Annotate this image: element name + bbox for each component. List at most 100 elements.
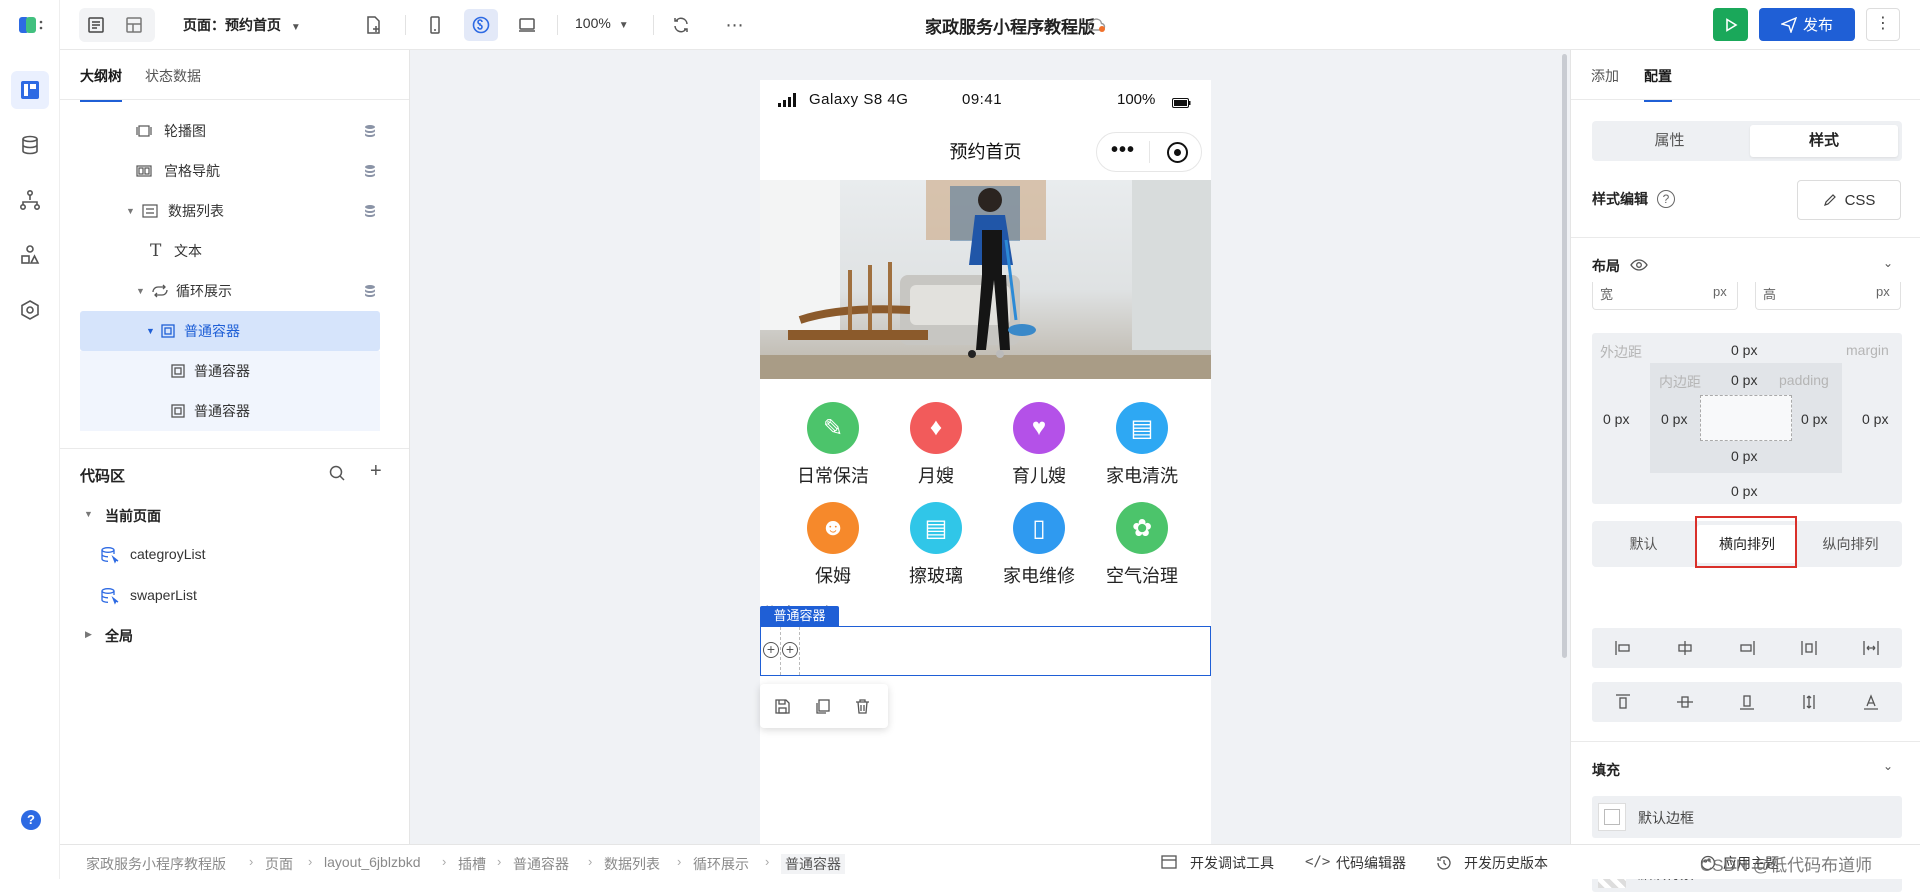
align-end-icon[interactable] — [1738, 640, 1756, 659]
eye-icon[interactable] — [1630, 258, 1648, 275]
code-icon[interactable]: </> — [1305, 854, 1330, 870]
selected-container[interactable]: + + — [760, 626, 1211, 676]
desktop-view-icon[interactable] — [510, 9, 544, 41]
align-bottom-icon[interactable] — [1738, 694, 1756, 713]
margin-bottom[interactable]: 0 px — [1731, 483, 1757, 499]
tree-item-container-selected[interactable]: ▼ 普通容器 — [80, 311, 380, 351]
default-border-option[interactable]: 默认边框 — [1592, 796, 1902, 838]
outline-icon[interactable] — [11, 71, 49, 109]
breadcrumb-item[interactable]: layout_6jblzbkd — [324, 854, 421, 870]
tab-style[interactable]: 样式 — [1750, 125, 1898, 157]
padding-left[interactable]: 0 px — [1661, 411, 1687, 427]
caret-down-icon[interactable]: ▼ — [84, 509, 93, 519]
caret-down-icon[interactable]: ▼ — [136, 286, 145, 296]
publish-button[interactable]: 发布 — [1759, 8, 1855, 41]
tab-state-data[interactable]: 状态数据 — [145, 66, 201, 86]
capsule-menu[interactable]: ••• — [1096, 132, 1202, 172]
current-page-node[interactable]: 当前页面 — [105, 506, 161, 526]
page-selector[interactable]: 页面：预约首页 ▼ — [183, 15, 301, 35]
tree-item-carousel[interactable]: 轮播图 — [80, 111, 380, 151]
more-menu-button[interactable]: ⋮ — [1866, 8, 1900, 41]
padding-top[interactable]: 0 px — [1731, 372, 1757, 388]
padding-right[interactable]: 0 px — [1801, 411, 1827, 427]
category-item[interactable]: ✿ 空气治理 — [1092, 502, 1192, 588]
category-item[interactable]: ♥ 育儿嫂 — [989, 402, 1089, 488]
save-icon[interactable] — [774, 698, 791, 718]
tab-config[interactable]: 配置 — [1644, 66, 1672, 102]
space-between-icon[interactable] — [1800, 640, 1818, 659]
carousel-banner-image[interactable] — [760, 180, 1211, 379]
tab-add[interactable]: 添加 — [1591, 66, 1619, 86]
chevron-down-icon[interactable]: ⌄ — [1883, 256, 1893, 270]
code-item[interactable]: swaperList — [130, 587, 197, 603]
direction-default[interactable]: 默认 — [1592, 521, 1695, 567]
align-middle-icon[interactable] — [1676, 694, 1694, 713]
tree-item-container-child[interactable]: 普通容器 — [80, 391, 380, 431]
breadcrumb-item[interactable]: 家政服务小程序教程版 — [86, 854, 226, 874]
history-version-link[interactable]: 开发历史版本 — [1464, 853, 1548, 873]
database-icon[interactable] — [11, 126, 49, 164]
margin-top[interactable]: 0 px — [1731, 342, 1757, 358]
tree-item-grid-nav[interactable]: 宫格导航 — [80, 151, 380, 191]
caret-right-icon[interactable]: ▶ — [85, 629, 92, 640]
debug-tool-icon[interactable] — [1161, 855, 1177, 872]
category-item[interactable]: ▯ 家电维修 — [989, 502, 1089, 588]
breadcrumb-item[interactable]: 普通容器 — [513, 854, 569, 874]
settings-icon[interactable] — [11, 291, 49, 329]
margin-left[interactable]: 0 px — [1603, 411, 1629, 427]
more-dots-icon[interactable]: ••• — [1111, 139, 1135, 162]
page-list-icon[interactable] — [79, 9, 113, 41]
code-editor-link[interactable]: 代码编辑器 — [1336, 853, 1406, 873]
layout-icon[interactable] — [117, 9, 151, 41]
category-item[interactable]: ☻ 保姆 — [783, 502, 883, 588]
align-center-icon[interactable] — [1676, 640, 1694, 659]
copy-icon[interactable] — [814, 698, 831, 718]
height-field[interactable]: 高 px — [1755, 282, 1901, 310]
padding-bottom[interactable]: 0 px — [1731, 448, 1757, 464]
refresh-icon[interactable] — [664, 9, 698, 41]
align-top-icon[interactable] — [1614, 694, 1632, 713]
tab-outline[interactable]: 大纲树 — [80, 66, 122, 102]
add-child-icon[interactable]: + — [763, 642, 779, 658]
canvas-scrollbar[interactable] — [1562, 54, 1567, 658]
align-stretch-icon[interactable] — [1800, 694, 1818, 713]
breadcrumb-item[interactable]: 数据列表 — [604, 854, 660, 874]
add-child-icon[interactable]: + — [782, 642, 798, 658]
tree-item-loop[interactable]: ▼ 循环展示 — [80, 271, 380, 311]
help-icon[interactable]: ? — [1657, 190, 1675, 208]
caret-down-icon[interactable]: ▼ — [146, 326, 155, 336]
miniprogram-view-icon[interactable] — [464, 9, 498, 41]
caret-down-icon[interactable]: ▼ — [126, 206, 135, 216]
add-icon[interactable]: + — [370, 460, 382, 483]
close-capsule-icon[interactable] — [1167, 142, 1188, 163]
breadcrumb-item[interactable]: 循环展示 — [693, 854, 749, 874]
chevron-down-icon[interactable]: ⌄ — [1883, 759, 1893, 773]
css-button[interactable]: CSS — [1797, 180, 1901, 220]
debug-tool-link[interactable]: 开发调试工具 — [1190, 853, 1274, 873]
zoom-select[interactable]: 100% ▼ — [575, 15, 629, 31]
components-icon[interactable] — [11, 236, 49, 274]
margin-right[interactable]: 0 px — [1862, 411, 1888, 427]
category-item[interactable]: ▤ 擦玻璃 — [886, 502, 986, 588]
help-icon[interactable]: ? — [21, 810, 41, 830]
preview-button[interactable] — [1713, 8, 1748, 41]
search-icon[interactable] — [328, 464, 346, 485]
tree-item-container-child[interactable]: 普通容器 — [80, 351, 380, 391]
flow-icon[interactable] — [11, 181, 49, 219]
history-icon[interactable] — [1436, 855, 1452, 874]
direction-vertical[interactable]: 纵向排列 — [1799, 521, 1902, 567]
category-item[interactable]: ♦ 月嫂 — [886, 402, 986, 488]
mobile-view-icon[interactable] — [418, 9, 452, 41]
breadcrumb-item[interactable]: 普通容器 — [781, 854, 845, 874]
tree-item-data-list[interactable]: ▼ 数据列表 — [80, 191, 380, 231]
width-field[interactable]: 宽 px — [1592, 282, 1738, 310]
code-item[interactable]: categroyList — [130, 546, 205, 562]
breadcrumb-item[interactable]: 页面 — [265, 854, 293, 874]
space-around-icon[interactable] — [1862, 640, 1880, 659]
category-item[interactable]: ✎ 日常保洁 — [783, 402, 883, 488]
add-page-icon[interactable] — [356, 9, 390, 41]
global-node[interactable]: 全局 — [105, 626, 133, 646]
breadcrumb-item[interactable]: 插槽 — [458, 854, 486, 874]
category-item[interactable]: ▤ 家电清洗 — [1092, 402, 1192, 488]
align-baseline-icon[interactable] — [1862, 694, 1880, 713]
